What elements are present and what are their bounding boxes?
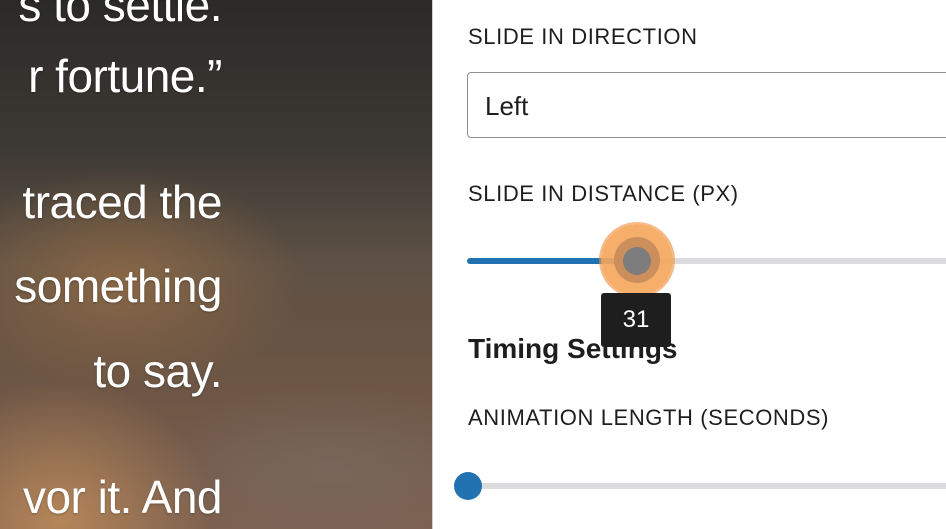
settings-panel: SLIDE IN DIRECTION Left SLIDE IN DISTANC… — [433, 0, 946, 529]
slider-thumb[interactable] — [454, 472, 482, 500]
preview-text-line: r fortune.” — [28, 50, 222, 102]
preview-text-line: s to settle. — [18, 0, 222, 31]
slide-distance-label: SLIDE IN DISTANCE (PX) — [468, 181, 739, 206]
slider-thumb[interactable] — [623, 247, 651, 275]
animation-length-label: ANIMATION LENGTH (SECONDS) — [468, 405, 830, 430]
preview-text-line: something — [14, 260, 222, 312]
slide-direction-label: SLIDE IN DIRECTION — [468, 24, 698, 49]
slider-track[interactable] — [467, 483, 946, 489]
preview-text-line: traced the — [22, 176, 222, 228]
preview-text-line: vor it. And — [22, 471, 223, 523]
slide-direction-value: Left — [485, 91, 529, 121]
content-preview: s to settle. r fortune.” traced the some… — [0, 0, 432, 529]
slider-value-tooltip: 31 — [601, 293, 671, 347]
slide-direction-select[interactable]: Left — [467, 72, 946, 138]
preview-text-line: to say. — [93, 345, 222, 397]
